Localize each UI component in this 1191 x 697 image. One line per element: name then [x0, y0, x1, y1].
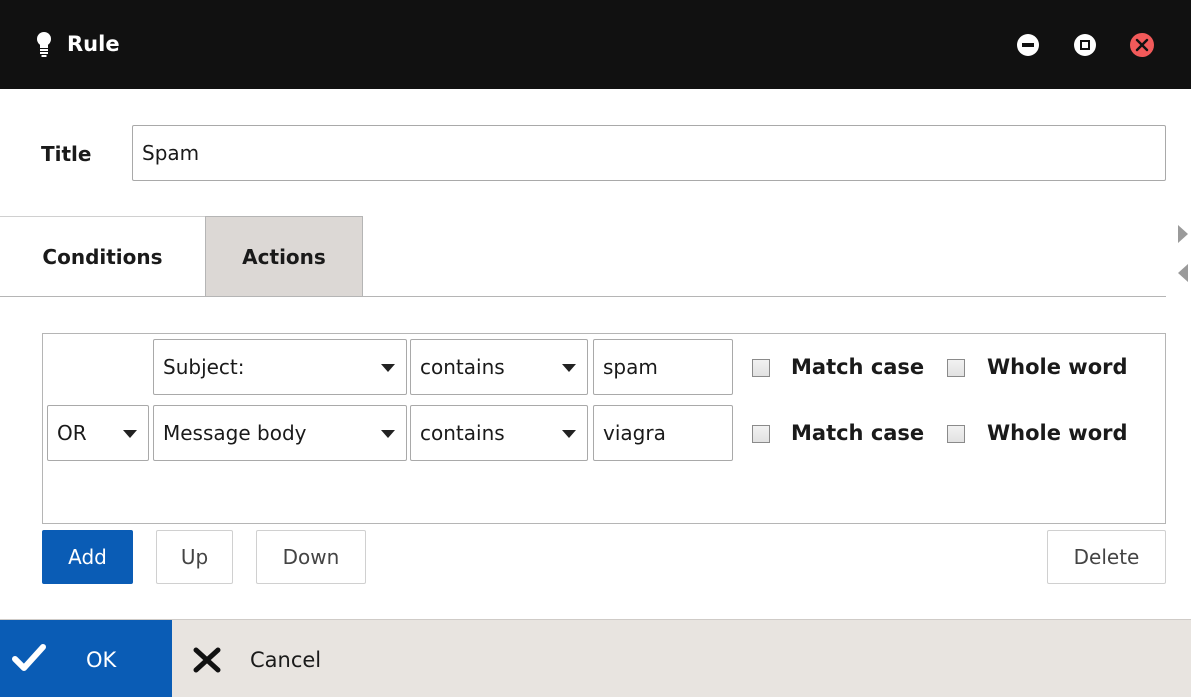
maximize-button[interactable]	[1074, 34, 1096, 56]
ok-label: OK	[86, 648, 117, 672]
title-input[interactable]	[132, 125, 1166, 181]
match-case-label: Match case	[791, 355, 925, 379]
delete-button[interactable]: Delete	[1047, 530, 1166, 584]
field-select-value: Subject:	[163, 355, 245, 379]
operator-select-value: OR	[57, 421, 87, 445]
chevron-down-icon	[381, 364, 395, 372]
match-select-value: contains	[420, 421, 505, 445]
match-select[interactable]: contains	[410, 405, 588, 461]
close-icon	[1135, 38, 1149, 52]
match-case-label: Match case	[791, 421, 925, 445]
chevron-down-icon	[123, 430, 137, 438]
chevron-down-icon	[562, 364, 576, 372]
tabs-divider	[0, 296, 1166, 297]
window-title: Rule	[67, 32, 120, 56]
ok-button[interactable]: OK	[0, 620, 172, 697]
value-input-text: spam	[603, 355, 658, 379]
operator-select[interactable]: OR	[47, 405, 149, 461]
add-button[interactable]: Add	[42, 530, 133, 584]
cancel-label: Cancel	[250, 648, 322, 672]
tab-scroll-left-icon[interactable]	[1178, 264, 1188, 282]
match-select-value: contains	[420, 355, 505, 379]
up-button[interactable]: Up	[156, 530, 233, 584]
minimize-button[interactable]	[1017, 34, 1039, 56]
tab-conditions[interactable]: Conditions	[0, 216, 205, 297]
value-input[interactable]: spam	[593, 339, 733, 395]
close-button[interactable]	[1130, 33, 1154, 57]
cancel-button[interactable]: Cancel	[172, 620, 372, 697]
value-input-text: viagra	[603, 421, 666, 445]
close-icon	[193, 647, 221, 673]
window-titlebar: Rule	[0, 0, 1191, 89]
whole-word-label: Whole word	[987, 355, 1128, 379]
chevron-down-icon	[381, 430, 395, 438]
match-select[interactable]: contains	[410, 339, 588, 395]
whole-word-checkbox[interactable]	[947, 425, 965, 443]
conditions-list: Subject: contains spam Match case Whole …	[42, 333, 1166, 524]
match-case-checkbox[interactable]	[752, 425, 770, 443]
field-select-value: Message body	[163, 421, 307, 445]
field-select[interactable]: Message body	[153, 405, 407, 461]
field-select[interactable]: Subject:	[153, 339, 407, 395]
whole-word-label: Whole word	[987, 421, 1128, 445]
tab-scroll-right-icon[interactable]	[1178, 225, 1188, 243]
value-input[interactable]: viagra	[593, 405, 733, 461]
dialog-footer: OK Cancel	[0, 619, 1191, 697]
tab-actions[interactable]: Actions	[205, 216, 363, 297]
title-label: Title	[41, 142, 92, 166]
checkmark-icon	[12, 644, 46, 671]
lightbulb-icon	[37, 32, 51, 57]
down-button[interactable]: Down	[256, 530, 366, 584]
match-case-checkbox[interactable]	[752, 359, 770, 377]
chevron-down-icon	[562, 430, 576, 438]
whole-word-checkbox[interactable]	[947, 359, 965, 377]
